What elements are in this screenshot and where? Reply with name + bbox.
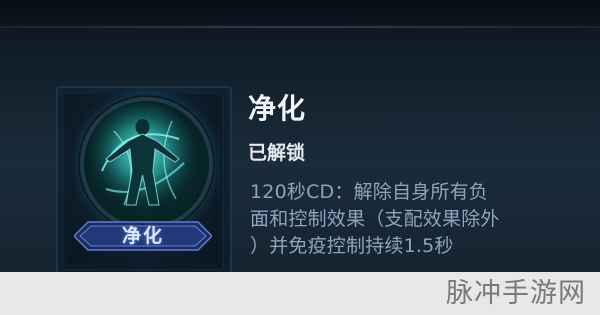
skill-info-panel: 净化 净化 已解锁 120秒CD：解除自身所有负 面和控制效果（支配效果除外 ）… [0, 0, 600, 272]
purify-figure-icon [88, 103, 197, 211]
skill-icon-button[interactable] [80, 97, 213, 230]
skill-unlock-status: 已解锁 [248, 142, 306, 164]
skill-description-line: 面和控制效果（支配效果除外 [250, 208, 500, 230]
skill-name-plaque-label: 净化 [121, 225, 164, 247]
skill-name-plaque: 净化 [74, 219, 212, 253]
site-watermark: 脉冲手游网 [446, 278, 586, 309]
watermark-bar: 脉冲手游网 [0, 272, 600, 315]
skill-description-line: ）并免疫控制持续1.5秒 [250, 235, 454, 257]
top-header-band [0, 0, 600, 28]
skill-description: 120秒CD：解除自身所有负 面和控制效果（支配效果除外 ）并免疫控制持续1.5… [250, 179, 580, 260]
skill-title: 净化 [248, 92, 307, 125]
skill-description-line: 120秒CD：解除自身所有负 [250, 181, 488, 203]
header-divider [0, 26, 600, 28]
